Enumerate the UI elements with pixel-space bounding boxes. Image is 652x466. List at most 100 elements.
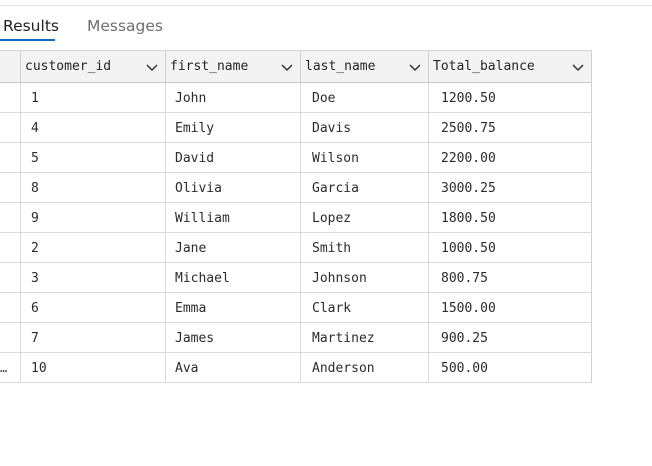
cell-text: 7 — [31, 331, 39, 346]
cell-text: 4 — [31, 121, 39, 136]
cell-first-name[interactable]: David — [165, 143, 300, 172]
cell-text: Emily — [175, 121, 215, 136]
cell-text: 8 — [31, 181, 39, 196]
row-selector-ellipsis[interactable]: … — [0, 361, 7, 375]
cell-customer-id[interactable]: 3 — [20, 263, 165, 292]
grid-header-row: customer_id first_name last_name Total_b… — [0, 50, 592, 83]
table-row[interactable]: 3 Michael Johnson 800.75 — [0, 263, 592, 293]
cell-total-balance[interactable]: 1200.50 — [428, 83, 592, 112]
row-selector[interactable] — [0, 143, 20, 172]
tab-results-active-indicator — [0, 39, 55, 41]
cell-total-balance[interactable]: 900.25 — [428, 323, 592, 352]
chevron-down-icon[interactable] — [408, 60, 422, 74]
cell-total-balance[interactable]: 2500.75 — [428, 113, 592, 142]
table-row[interactable]: 8 Olivia Garcia 3000.25 — [0, 173, 592, 203]
cell-last-name[interactable]: Lopez — [300, 203, 428, 232]
column-header-customer-id[interactable]: customer_id — [20, 51, 165, 83]
cell-total-balance[interactable]: 2200.00 — [428, 143, 592, 172]
cell-first-name[interactable]: John — [165, 83, 300, 112]
cell-text: 1800.50 — [441, 211, 496, 226]
cell-text: Olivia — [175, 181, 222, 196]
cell-customer-id[interactable]: 6 — [20, 293, 165, 322]
cell-last-name[interactable]: Doe — [300, 83, 428, 112]
cell-first-name[interactable]: Ava — [165, 353, 300, 382]
cell-customer-id[interactable]: 10 — [20, 353, 165, 382]
cell-first-name[interactable]: James — [165, 323, 300, 352]
cell-first-name[interactable]: Olivia — [165, 173, 300, 202]
cell-text: Ava — [175, 361, 199, 376]
cell-first-name[interactable]: Emily — [165, 113, 300, 142]
cell-customer-id[interactable]: 4 — [20, 113, 165, 142]
cell-text: 5 — [31, 151, 39, 166]
column-header-label: first_name — [170, 59, 249, 74]
row-selector-header[interactable] — [0, 51, 20, 83]
row-selector[interactable] — [0, 323, 20, 352]
table-row[interactable]: 9 William Lopez 1800.50 — [0, 203, 592, 233]
row-selector[interactable] — [0, 173, 20, 202]
cell-text: Clark — [312, 301, 352, 316]
cell-text: Johnson — [312, 271, 367, 286]
cell-text: 800.75 — [441, 271, 488, 286]
cell-text: Garcia — [312, 181, 359, 196]
cell-text: 1500.00 — [441, 301, 496, 316]
table-row[interactable]: 7 James Martinez 900.25 — [0, 323, 592, 353]
table-row[interactable]: 4 Emily Davis 2500.75 — [0, 113, 592, 143]
cell-customer-id[interactable]: 9 — [20, 203, 165, 232]
row-selector[interactable] — [0, 263, 20, 292]
cell-total-balance[interactable]: 1500.00 — [428, 293, 592, 322]
cell-last-name[interactable]: Clark — [300, 293, 428, 322]
cell-first-name[interactable]: Michael — [165, 263, 300, 292]
cell-total-balance[interactable]: 800.75 — [428, 263, 592, 292]
cell-last-name[interactable]: Wilson — [300, 143, 428, 172]
cell-total-balance[interactable]: 500.00 — [428, 353, 592, 382]
table-row[interactable]: 2 Jane Smith 1000.50 — [0, 233, 592, 263]
cell-text: Martinez — [312, 331, 375, 346]
table-row[interactable]: 6 Emma Clark 1500.00 — [0, 293, 592, 323]
tab-messages[interactable]: Messages — [87, 17, 163, 35]
row-selector[interactable] — [0, 293, 20, 322]
cell-last-name[interactable]: Johnson — [300, 263, 428, 292]
cell-customer-id[interactable]: 2 — [20, 233, 165, 262]
cell-customer-id[interactable]: 1 — [20, 83, 165, 112]
cell-customer-id[interactable]: 5 — [20, 143, 165, 172]
cell-last-name[interactable]: Garcia — [300, 173, 428, 202]
cell-first-name[interactable]: William — [165, 203, 300, 232]
cell-text: 1 — [31, 91, 39, 106]
table-row[interactable]: 1 John Doe 1200.50 — [0, 83, 592, 113]
row-selector[interactable] — [0, 113, 20, 142]
row-selector[interactable] — [0, 203, 20, 232]
cell-customer-id[interactable]: 7 — [20, 323, 165, 352]
top-divider — [0, 5, 652, 6]
cell-text: 9 — [31, 211, 39, 226]
cell-first-name[interactable]: Jane — [165, 233, 300, 262]
cell-customer-id[interactable]: 8 — [20, 173, 165, 202]
row-selector[interactable]: … — [0, 353, 20, 382]
cell-text: 6 — [31, 301, 39, 316]
column-header-last-name[interactable]: last_name — [300, 51, 428, 83]
column-header-total-balance[interactable]: Total_balance — [428, 51, 592, 83]
cell-text: 2 — [31, 241, 39, 256]
cell-last-name[interactable]: Davis — [300, 113, 428, 142]
cell-first-name[interactable]: Emma — [165, 293, 300, 322]
tab-results[interactable]: Results — [3, 17, 59, 35]
column-header-label: last_name — [305, 59, 376, 74]
table-row[interactable]: … 10 Ava Anderson 500.00 — [0, 353, 592, 383]
chevron-down-icon[interactable] — [280, 60, 294, 74]
cell-text: Anderson — [312, 361, 375, 376]
cell-last-name[interactable]: Smith — [300, 233, 428, 262]
cell-text: David — [175, 151, 215, 166]
cell-text: Smith — [312, 241, 352, 256]
cell-total-balance[interactable]: 1000.50 — [428, 233, 592, 262]
cell-text: 1200.50 — [441, 91, 496, 106]
cell-last-name[interactable]: Anderson — [300, 353, 428, 382]
table-row[interactable]: 5 David Wilson 2200.00 — [0, 143, 592, 173]
chevron-down-icon[interactable] — [145, 60, 159, 74]
chevron-down-icon[interactable] — [571, 60, 585, 74]
cell-text: Doe — [312, 91, 336, 106]
cell-total-balance[interactable]: 3000.25 — [428, 173, 592, 202]
row-selector[interactable] — [0, 233, 20, 262]
cell-total-balance[interactable]: 1800.50 — [428, 203, 592, 232]
column-header-first-name[interactable]: first_name — [165, 51, 300, 83]
row-selector[interactable] — [0, 83, 20, 112]
cell-last-name[interactable]: Martinez — [300, 323, 428, 352]
